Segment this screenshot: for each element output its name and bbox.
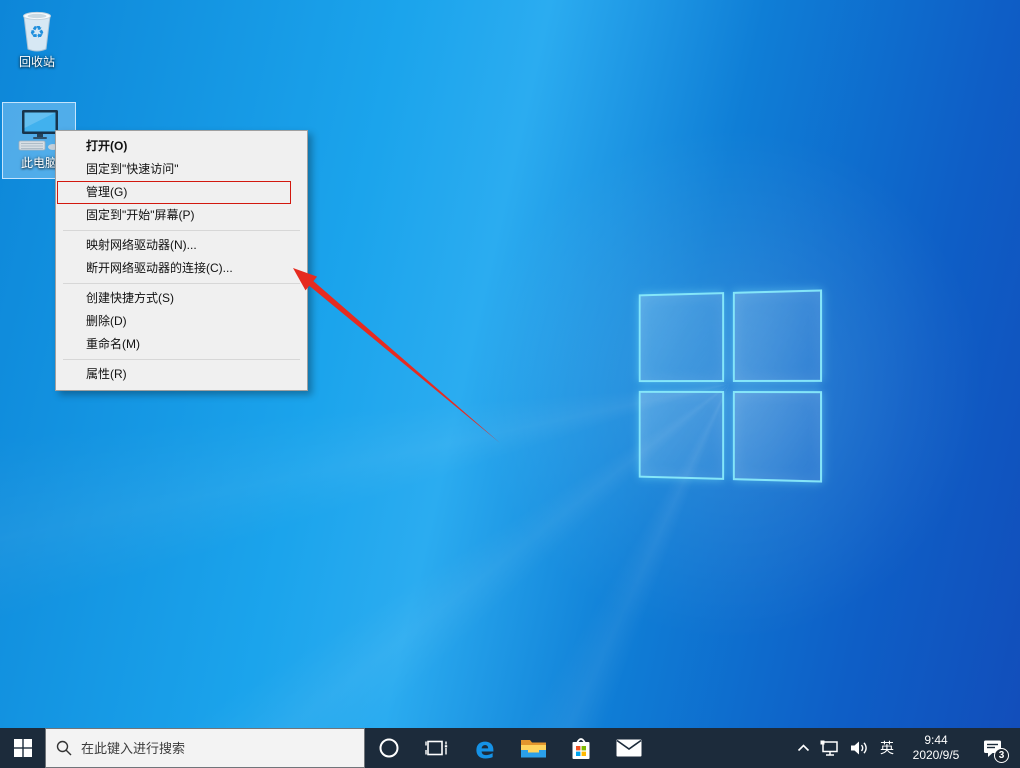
clock-time: 9:44 [924, 733, 947, 748]
context-menu: 打开(O) 固定到"快速访问" 管理(G) 固定到"开始"屏幕(P) 映射网络驱… [55, 130, 308, 391]
menu-item-open[interactable]: 打开(O) [56, 135, 307, 158]
menu-item-pin-start[interactable]: 固定到"开始"屏幕(P) [56, 204, 307, 227]
network-button[interactable] [816, 728, 844, 768]
microsoft-store-icon [569, 736, 593, 761]
menu-item-manage[interactable]: 管理(G) [56, 181, 307, 204]
windows-logo-pane [732, 391, 822, 483]
menu-item-rename[interactable]: 重命名(M) [56, 333, 307, 356]
clock[interactable]: 9:44 2020/9/5 [900, 728, 972, 768]
network-ethernet-icon [820, 740, 840, 757]
task-view-button[interactable] [413, 728, 461, 768]
taskbar: e [0, 728, 1020, 768]
menu-separator [63, 283, 300, 284]
menu-item-delete[interactable]: 删除(D) [56, 310, 307, 333]
menu-item-pin-quick-access[interactable]: 固定到"快速访问" [56, 158, 307, 181]
menu-separator [63, 230, 300, 231]
desktop-icon-recycle-bin[interactable]: ♻ 回收站 [6, 8, 68, 69]
file-explorer-icon [520, 737, 547, 759]
menu-item-properties[interactable]: 属性(R) [56, 363, 307, 386]
menu-item-disconnect-network-drive[interactable]: 断开网络驱动器的连接(C)... [56, 257, 307, 280]
edge-icon: e [475, 734, 495, 763]
svg-text:♻: ♻ [29, 23, 44, 43]
menu-item-create-shortcut[interactable]: 创建快捷方式(S) [56, 287, 307, 310]
notification-count-badge: 3 [994, 748, 1009, 763]
chevron-up-icon [797, 743, 810, 753]
search-input[interactable] [81, 741, 354, 756]
mail-icon [616, 739, 642, 757]
mail-button[interactable] [605, 728, 653, 768]
desktop-screen: ♻ 回收站 此电脑 打开(O) 固定到"快速访问" 管理(G) 固定到"开始"屏… [0, 0, 1020, 768]
system-tray: 英 9:44 2020/9/5 3 [790, 728, 1020, 768]
ime-indicator[interactable]: 英 [874, 728, 900, 768]
menu-item-map-network-drive[interactable]: 映射网络驱动器(N)... [56, 234, 307, 257]
speaker-icon [850, 740, 869, 756]
cortana-button[interactable] [365, 728, 413, 768]
cortana-icon [378, 737, 400, 759]
recycle-bin-icon: ♻ [16, 8, 58, 52]
file-explorer-button[interactable] [509, 728, 557, 768]
start-button[interactable] [0, 728, 45, 768]
menu-separator [63, 359, 300, 360]
clock-date: 2020/9/5 [913, 748, 960, 763]
taskbar-search-box[interactable] [45, 728, 365, 768]
windows-logo-pane [639, 292, 724, 381]
desktop-icon-label: 此电脑 [21, 156, 57, 170]
tray-expand-button[interactable] [790, 728, 816, 768]
desktop-icon-label: 回收站 [19, 55, 55, 69]
edge-button[interactable]: e [461, 728, 509, 768]
windows-start-icon [14, 739, 32, 757]
task-view-icon [425, 737, 449, 759]
action-center-button[interactable]: 3 [972, 728, 1014, 768]
search-icon [56, 740, 72, 756]
windows-logo-pane [732, 289, 822, 381]
volume-button[interactable] [844, 728, 874, 768]
store-button[interactable] [557, 728, 605, 768]
taskbar-empty-area [653, 728, 790, 768]
windows-logo-wallpaper [639, 289, 822, 482]
windows-logo-pane [639, 390, 724, 479]
